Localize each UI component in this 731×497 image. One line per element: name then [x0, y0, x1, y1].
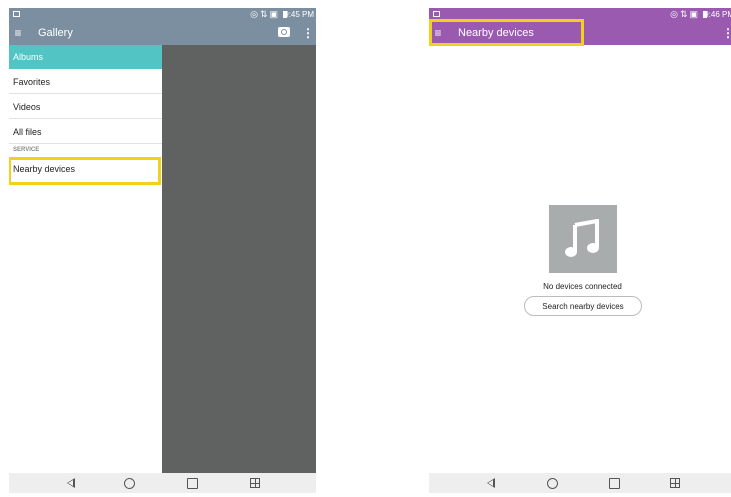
drawer-item-all-files[interactable]: All files	[9, 120, 162, 144]
status-time: 9:45 PM	[284, 10, 314, 19]
highlight-box	[9, 157, 161, 185]
drawer-item-favorites[interactable]: Favorites	[9, 70, 162, 94]
search-nearby-devices-button[interactable]: Search nearby devices	[524, 296, 642, 316]
recent-apps-icon[interactable]	[609, 478, 620, 489]
overflow-menu-icon[interactable]: ⋮	[722, 21, 731, 45]
home-icon[interactable]	[124, 478, 135, 489]
nav-bar	[9, 473, 316, 493]
status-time: 9:46 PM	[704, 10, 731, 19]
back-icon[interactable]	[487, 478, 495, 488]
highlight-box	[429, 19, 584, 46]
camera-icon[interactable]	[278, 27, 290, 37]
status-bar: ◎⇅▣ 9:45 PM	[9, 8, 316, 21]
empty-state-message: No devices connected	[543, 282, 622, 291]
drawer-scrim[interactable]	[162, 45, 316, 473]
status-icons: ◎⇅▣	[670, 9, 700, 19]
drawer-item-videos[interactable]: Videos	[9, 95, 162, 119]
app-title: Gallery	[38, 27, 73, 39]
status-icons: ◎⇅▣	[250, 9, 280, 19]
home-icon[interactable]	[547, 478, 558, 489]
app-bar: ≡ Gallery ⋮	[9, 21, 316, 45]
back-icon[interactable]	[67, 478, 75, 488]
gallery-screen: ◎⇅▣ 9:45 PM ≡ Gallery ⋮ Albums Favorites…	[9, 8, 316, 493]
recent-apps-icon[interactable]	[187, 478, 198, 489]
nearby-devices-screen: ◎⇅▣ 9:46 PM ≡ Nearby devices ⋮ No device…	[429, 8, 731, 493]
screenshot-notification-icon	[13, 11, 20, 17]
drawer-item-albums[interactable]: Albums	[9, 45, 162, 69]
music-note-icon	[549, 205, 617, 273]
drawer-section-header: SERVICE	[13, 147, 40, 153]
dual-window-icon[interactable]	[670, 478, 680, 488]
music-note-glyph	[565, 219, 599, 257]
navigation-drawer: Albums Favorites Videos All files SERVIC…	[9, 45, 162, 473]
dual-window-icon[interactable]	[250, 478, 260, 488]
hamburger-icon[interactable]: ≡	[11, 21, 25, 45]
nav-bar	[429, 473, 731, 493]
screenshot-notification-icon	[433, 11, 440, 17]
overflow-menu-icon[interactable]: ⋮	[302, 21, 314, 45]
